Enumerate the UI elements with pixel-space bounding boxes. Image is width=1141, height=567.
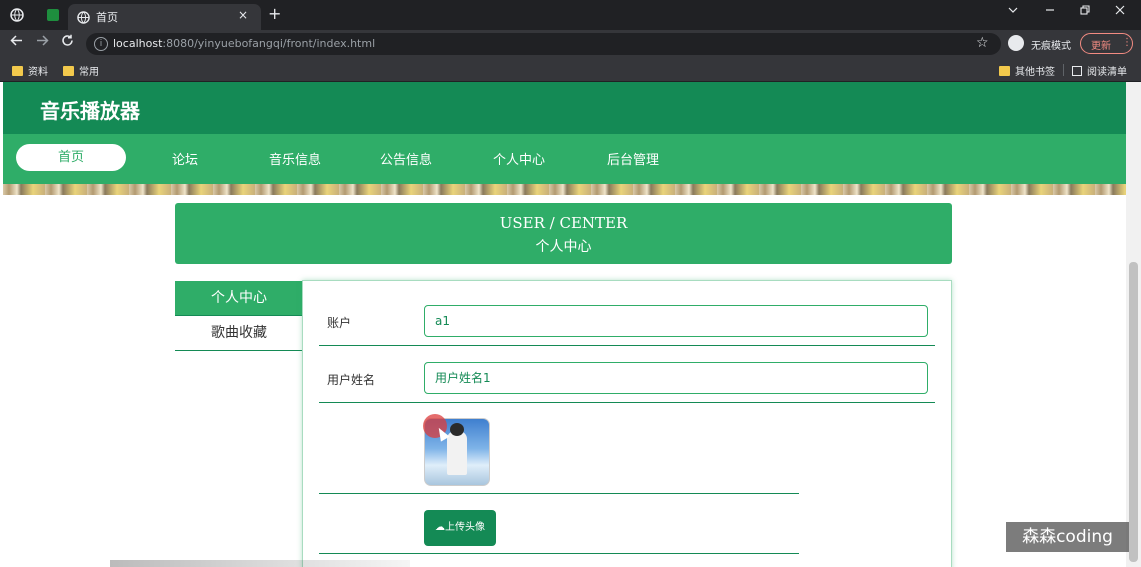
avatar-figure-head <box>450 423 464 436</box>
reload-icon[interactable] <box>61 34 74 51</box>
nav-item-announcements[interactable]: 公告信息 <box>380 149 432 168</box>
bookmarks-bar: 资料 常用 其他书签 阅读清单 <box>0 58 1141 82</box>
row-divider <box>319 493 799 494</box>
tab-search-chevron-icon[interactable] <box>1008 4 1018 18</box>
upload-avatar-label: 上传头像 <box>445 522 485 533</box>
section-title-en: USER / CENTER <box>499 214 628 232</box>
folder-icon <box>999 65 1010 76</box>
bookmarks-divider <box>1063 64 1064 76</box>
row-divider <box>319 345 935 346</box>
other-bookmarks[interactable]: 其他书签 <box>999 63 1055 78</box>
back-arrow-icon[interactable] <box>10 34 23 51</box>
nav-item-forum[interactable]: 论坛 <box>172 149 198 168</box>
folder-icon <box>63 65 74 76</box>
banner-image <box>3 184 1126 195</box>
bookmark-label: 常用 <box>79 67 99 78</box>
site-info-icon[interactable]: i <box>94 37 108 51</box>
bookmark-label: 资料 <box>28 67 48 78</box>
site-nav: 首页 论坛 音乐信息 公告信息 个人中心 后台管理 <box>3 134 1126 184</box>
video-watermark: 森森coding <box>1006 522 1129 552</box>
chrome-globe-icon[interactable] <box>8 6 26 24</box>
site-header: 音乐播放器 <box>3 82 1126 134</box>
side-item-user-center[interactable]: 个人中心 <box>175 281 303 316</box>
address-bar[interactable]: i localhost:8080/yinyuebofangqi/front/in… <box>86 33 1001 55</box>
pinned-tab-icon[interactable] <box>44 6 62 24</box>
scrollbar-thumb[interactable] <box>1129 262 1138 562</box>
name-field[interactable]: 用户姓名1 <box>424 362 928 394</box>
incognito-icon[interactable] <box>1008 35 1024 51</box>
cloud-upload-icon: ☁ <box>435 522 445 533</box>
browser-tab-strip: 首页 × + <box>0 0 1141 30</box>
bookmark-folder-1[interactable]: 常用 <box>63 63 99 78</box>
browser-toolbar: i localhost:8080/yinyuebofangqi/front/in… <box>0 30 1141 58</box>
update-button[interactable]: 更新 ⋮ <box>1080 33 1133 54</box>
bookmark-folder-0[interactable]: 资料 <box>12 63 48 78</box>
more-menu-icon: ⋮ <box>1122 37 1132 48</box>
restore-icon[interactable] <box>1080 4 1090 18</box>
bookmark-star-icon[interactable]: ☆ <box>976 35 989 51</box>
incognito-label: 无痕模式 <box>1031 41 1071 52</box>
row-divider <box>319 553 799 554</box>
account-field[interactable]: a1 <box>424 305 928 337</box>
page-scrollbar[interactable] <box>1126 82 1141 567</box>
row-divider <box>319 402 935 403</box>
folder-icon <box>12 65 23 76</box>
other-bookmarks-label: 其他书签 <box>1015 67 1055 78</box>
site-title: 音乐播放器 <box>40 99 140 123</box>
nav-item-admin[interactable]: 后台管理 <box>607 149 659 168</box>
close-window-icon[interactable] <box>1115 4 1125 18</box>
nav-item-home[interactable]: 首页 <box>16 144 126 171</box>
reading-list-label: 阅读清单 <box>1087 67 1127 78</box>
tab-title: 首页 <box>96 11 118 24</box>
reading-list-icon <box>1072 65 1082 76</box>
section-title-banner: USER / CENTER 个人中心 <box>175 203 952 264</box>
avatar-figure <box>447 431 467 475</box>
section-title-zh: 个人中心 <box>535 239 592 255</box>
user-side-menu: 个人中心 歌曲收藏 <box>175 281 303 351</box>
reading-list[interactable]: 阅读清单 <box>1072 63 1127 78</box>
tab-home[interactable]: 首页 × <box>68 4 261 30</box>
tab-close-icon[interactable]: × <box>238 8 248 22</box>
profile-form-card: 账户 a1 用户姓名 用户姓名1 ☁上传头像 <box>302 280 952 567</box>
side-item-song-favorites[interactable]: 歌曲收藏 <box>175 316 303 351</box>
screen: 首页 × + i localhost:8080/yinyuebofangqi/f… <box>0 0 1141 567</box>
nav-item-user-center[interactable]: 个人中心 <box>493 149 545 168</box>
forward-arrow-icon[interactable] <box>36 34 49 51</box>
url-text: localhost:8080/yinyuebofangqi/front/inde… <box>113 37 376 50</box>
update-label: 更新 <box>1091 41 1111 52</box>
nav-item-music-info[interactable]: 音乐信息 <box>269 149 321 168</box>
globe-icon <box>77 9 90 28</box>
new-tab-icon[interactable]: + <box>268 4 281 23</box>
upload-avatar-button[interactable]: ☁上传头像 <box>424 510 496 546</box>
minimize-icon[interactable] <box>1045 4 1055 18</box>
blurred-overlay <box>110 560 410 567</box>
name-label: 用户姓名 <box>327 373 376 387</box>
account-label: 账户 <box>327 316 352 330</box>
